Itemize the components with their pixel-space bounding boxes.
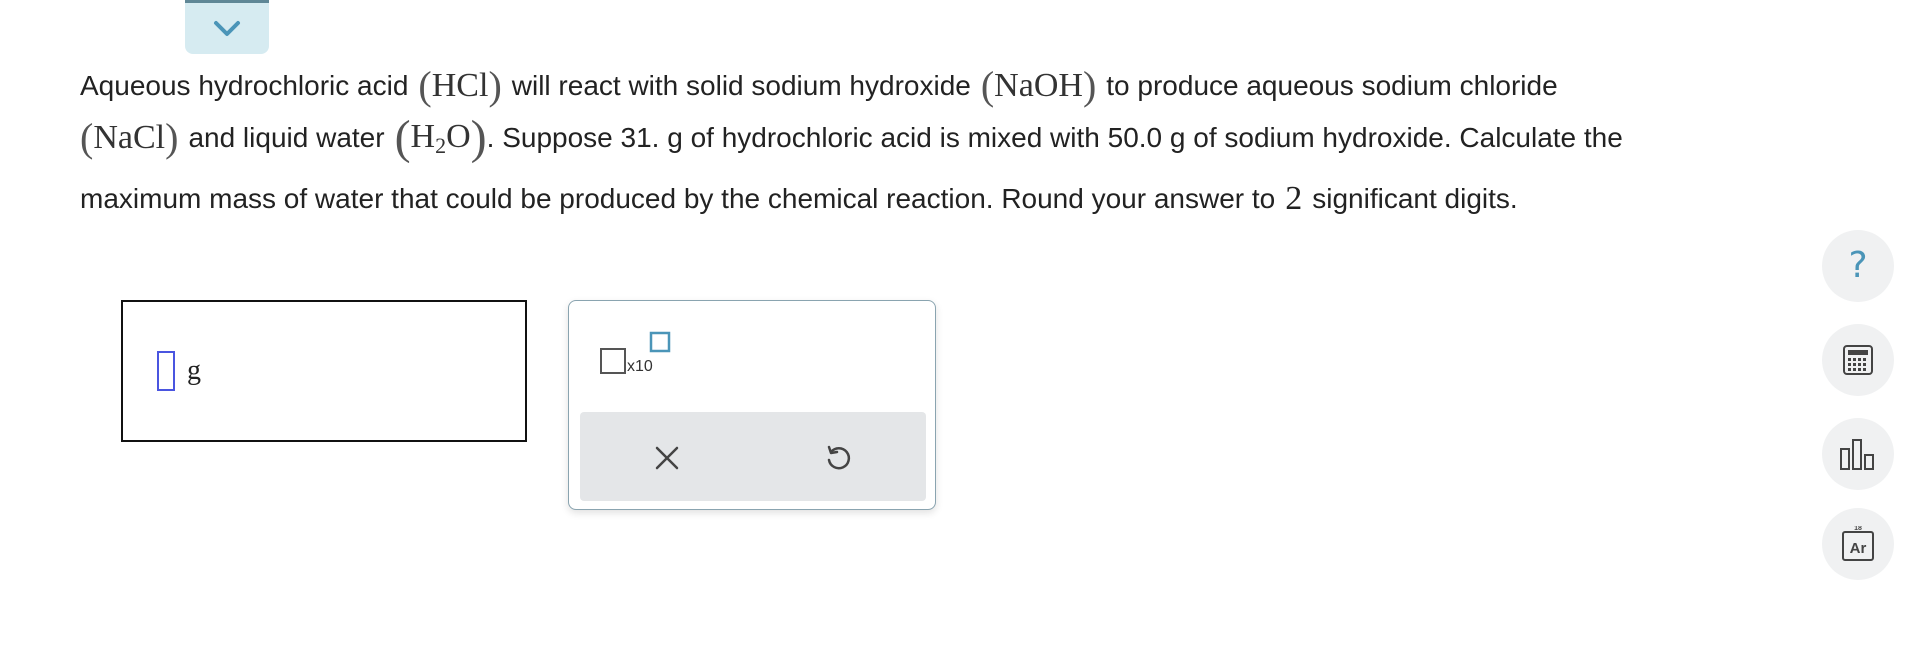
periodic-atomic-number: 18 [1854, 526, 1862, 532]
question-text-segment: and liquid water [188, 121, 385, 153]
formula-hcl: HCl [431, 66, 489, 104]
formula-naoh: NaOH [994, 66, 1083, 104]
bar-chart-icon [1840, 439, 1874, 470]
math-keypad: x10 [568, 300, 936, 510]
close-icon [655, 446, 679, 470]
question-text-segment: Aqueous hydrochloric acid [80, 69, 409, 101]
periodic-table-button[interactable]: 18 Ar [1822, 508, 1894, 580]
scientific-notation-label: x10 [627, 358, 653, 375]
scientific-notation-icon: x10 [600, 331, 671, 375]
question-text-segment: to produce aqueous sodium chloride [1106, 69, 1558, 101]
question-line-1: Aqueous hydrochloric acid (HCl) will rea… [80, 63, 1558, 108]
answer-input-field[interactable] [157, 351, 175, 391]
collapse-toggle-button[interactable] [185, 0, 269, 54]
data-analysis-button[interactable] [1822, 418, 1894, 490]
question-text-segment: will react with solid sodium hydroxide [511, 69, 971, 101]
calculator-button[interactable] [1822, 324, 1894, 396]
periodic-element-symbol: Ar [1850, 540, 1867, 557]
question-text-segment: significant digits. [1312, 182, 1518, 214]
scientific-notation-button[interactable]: x10 [599, 331, 679, 381]
answer-unit-label: g [187, 355, 201, 386]
question-text: Aqueous hydrochloric acid (HCl) will rea… [80, 62, 1870, 232]
question-mark-icon: ? [1848, 245, 1868, 286]
significant-digits-number: 2 [1285, 179, 1303, 217]
help-button[interactable]: ? [1822, 230, 1894, 302]
question-line-2: (NaCl) and liquid water (H2O). Suppose 3… [80, 110, 1623, 164]
answer-input-box[interactable]: g [121, 300, 527, 442]
question-text-segment: maximum mass of water that could be prod… [80, 182, 1276, 214]
periodic-table-icon: 18 Ar [1842, 526, 1874, 561]
chevron-down-icon [214, 20, 240, 36]
calculator-icon [1843, 345, 1873, 375]
keypad-action-bar [580, 412, 926, 501]
undo-button[interactable] [823, 442, 855, 474]
clear-button[interactable] [651, 442, 683, 474]
question-text-segment: . Suppose 31. g of hydrochloric acid is … [486, 121, 1623, 153]
formula-h2o: H2O [410, 118, 471, 159]
formula-nacl: NaCl [93, 118, 166, 156]
undo-icon [827, 445, 851, 470]
question-line-3: maximum mass of water that could be prod… [80, 166, 1870, 232]
